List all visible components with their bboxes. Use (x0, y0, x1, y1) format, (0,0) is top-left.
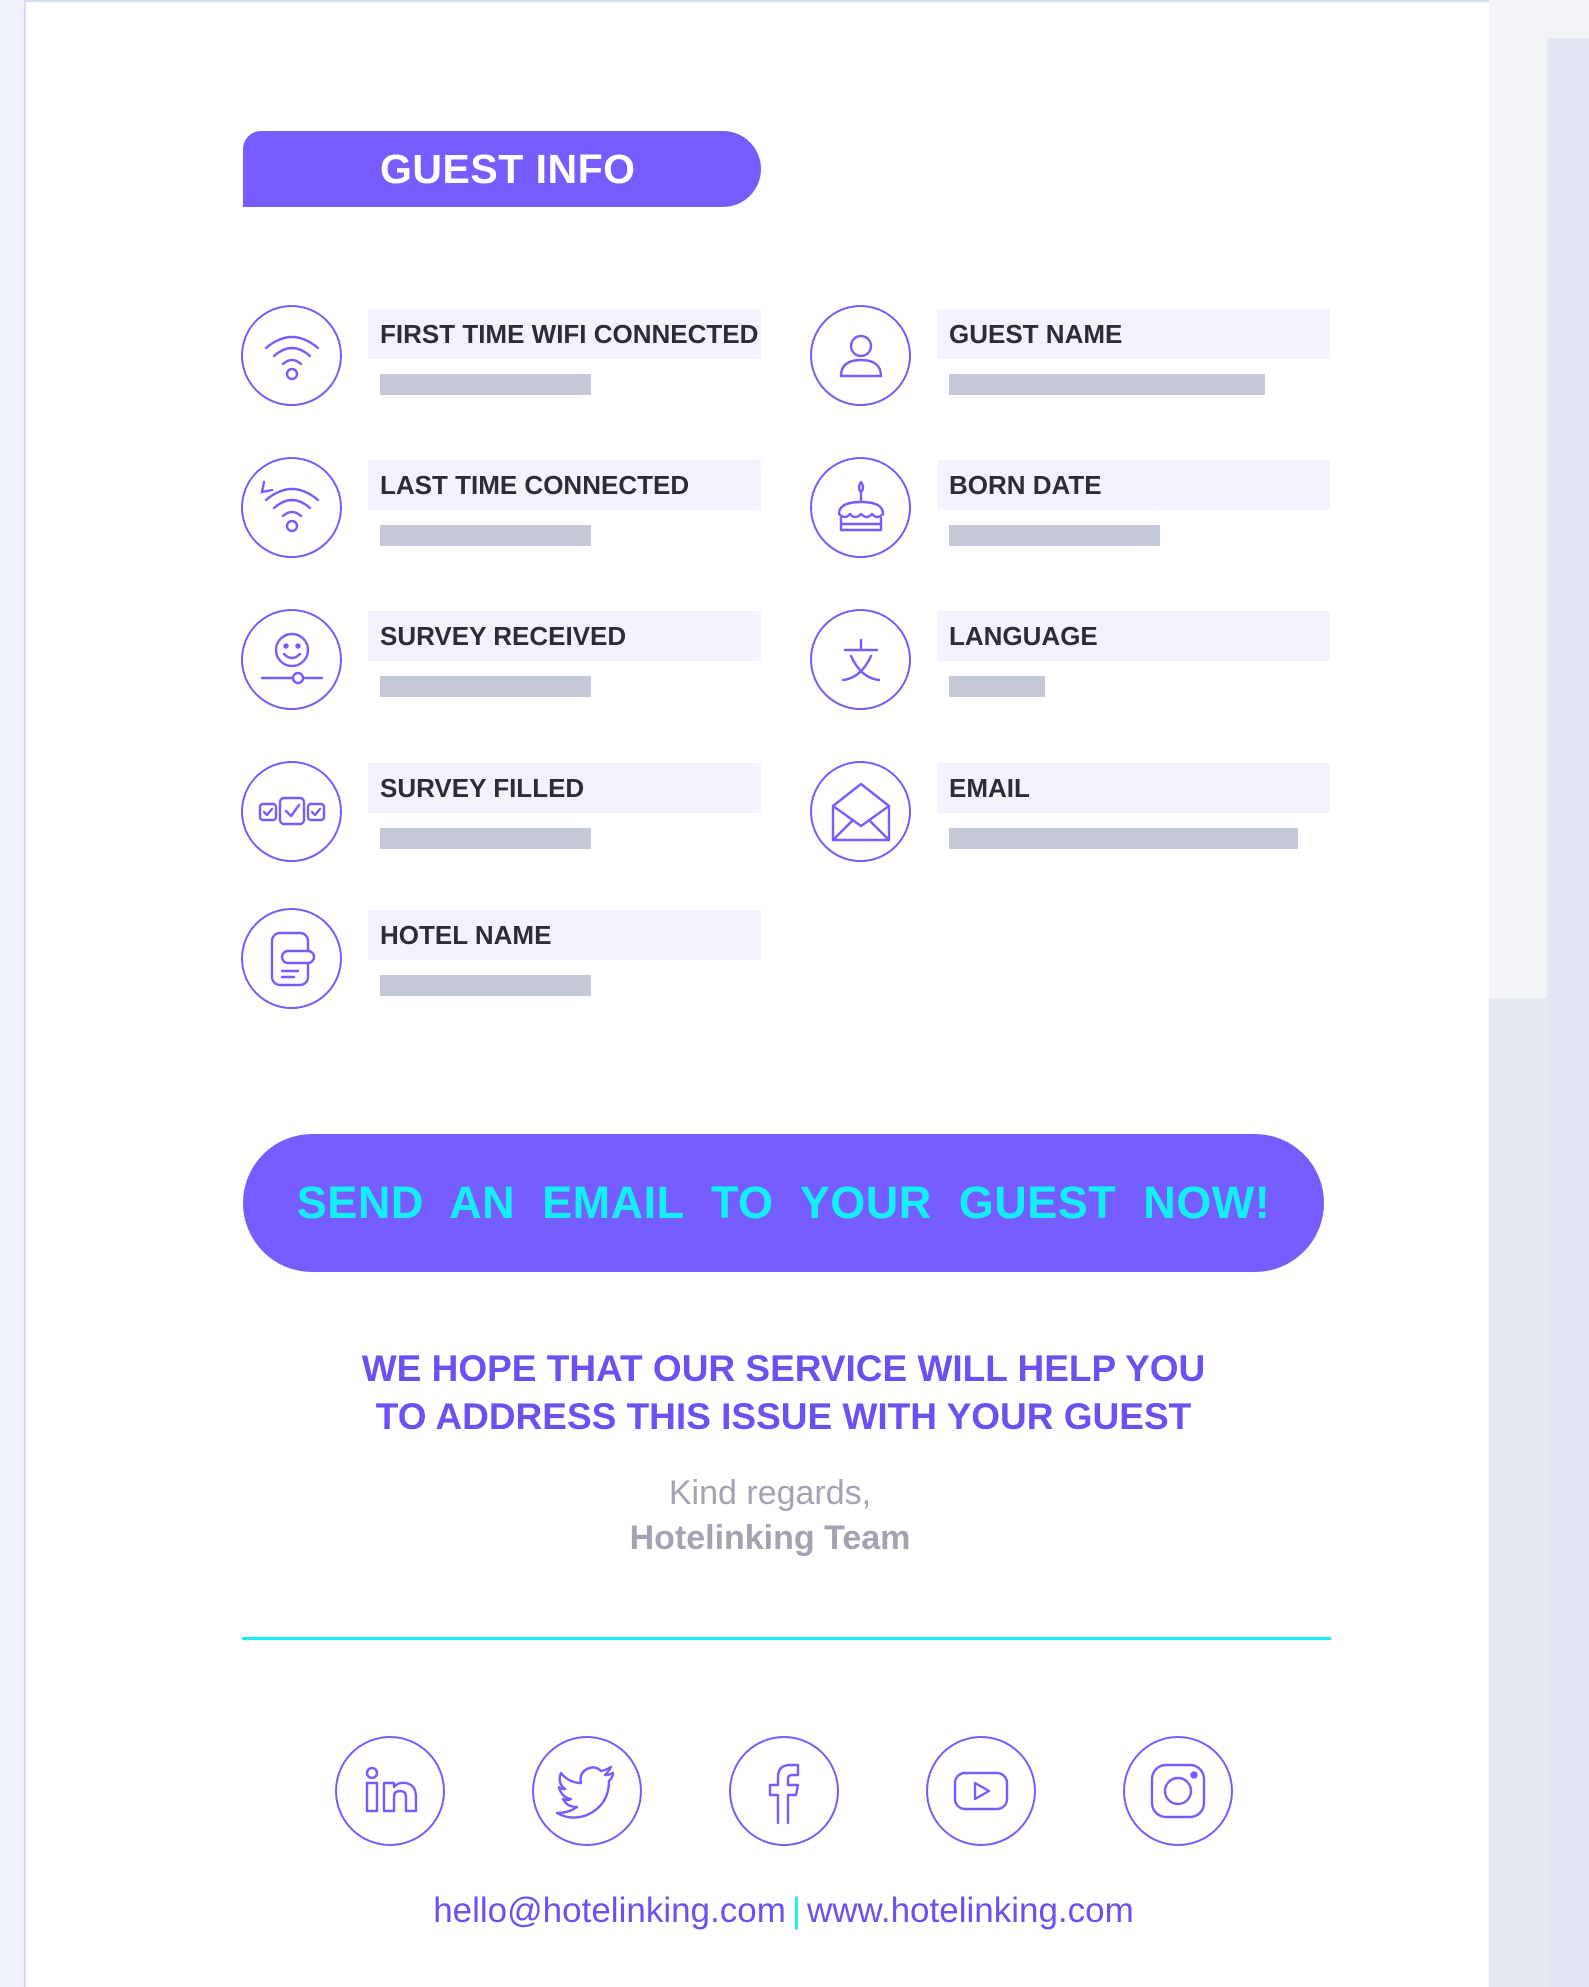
field-label-first-wifi: FIRST TIME WIFI CONNECTED (368, 309, 761, 359)
field-label-survey-filled: SURVEY FILLED (368, 763, 761, 813)
facebook-icon[interactable] (729, 1736, 839, 1846)
field-label-guest-name: GUEST NAME (937, 309, 1330, 359)
team-signature: Hotelinking Team (629, 1519, 911, 1557)
divider (242, 1637, 1331, 1640)
website-link[interactable]: www.hotelinking.com (807, 1891, 1134, 1930)
linkedin-icon[interactable] (335, 1736, 445, 1846)
field-value-survey-received (380, 676, 591, 697)
envelope-icon (810, 761, 911, 862)
youtube-icon[interactable] (926, 1736, 1036, 1846)
birthday-cake-icon (810, 457, 911, 558)
field-value-survey-filled (380, 828, 591, 849)
send-email-button[interactable]: SEND AN EMAIL TO YOUR GUEST NOW! (243, 1134, 1324, 1272)
footer-separator: | (791, 1891, 801, 1930)
smiley-slider-icon (241, 609, 342, 710)
field-label-hotel-name: HOTEL NAME (368, 910, 761, 960)
regards-text: Kind regards, (668, 1474, 872, 1512)
field-label-email: EMAIL (937, 763, 1330, 813)
twitter-icon[interactable] (532, 1736, 642, 1846)
field-value-language (949, 676, 1045, 697)
field-value-guest-name (949, 374, 1265, 395)
email-card (26, 2, 1489, 1987)
user-icon (810, 305, 911, 406)
email-link[interactable]: hello@hotelinking.com (433, 1891, 786, 1930)
closing-message-line-1: WE HOPE THAT OUR SERVICE WILL HELP YOU (361, 1348, 1206, 1389)
scroll-track-lower (1489, 998, 1547, 1987)
language-icon (810, 609, 911, 710)
window-margin (1547, 0, 1589, 1987)
wifi-history-icon (241, 457, 342, 558)
footer-contacts: hello@hotelinking.com | www.hotelinking.co… (243, 1891, 1324, 1931)
field-value-first-wifi (380, 374, 591, 395)
section-title: GUEST INFO (243, 131, 761, 207)
scroll-track (1489, 0, 1547, 998)
instagram-icon[interactable] (1123, 1736, 1233, 1846)
closing-message-line-2: TO ADDRESS THIS ISSUE WITH YOUR GUEST (375, 1396, 1192, 1437)
closing-message: WE HOPE THAT OUR SERVICE WILL HELP YOU T… (243, 1345, 1324, 1441)
field-label-born-date: BORN DATE (937, 460, 1330, 510)
wifi-icon (241, 305, 342, 406)
field-value-email (949, 828, 1298, 849)
field-label-last-connected: LAST TIME CONNECTED (368, 460, 761, 510)
field-label-survey-received: SURVEY RECEIVED (368, 611, 761, 661)
window-margin-top (1547, 0, 1589, 38)
checkboxes-icon (241, 761, 342, 862)
door-key-card-icon (241, 908, 342, 1009)
field-label-language: LANGUAGE (937, 611, 1330, 661)
field-value-hotel-name (380, 975, 591, 996)
field-value-born-date (949, 525, 1160, 546)
field-value-last-connected (380, 525, 591, 546)
